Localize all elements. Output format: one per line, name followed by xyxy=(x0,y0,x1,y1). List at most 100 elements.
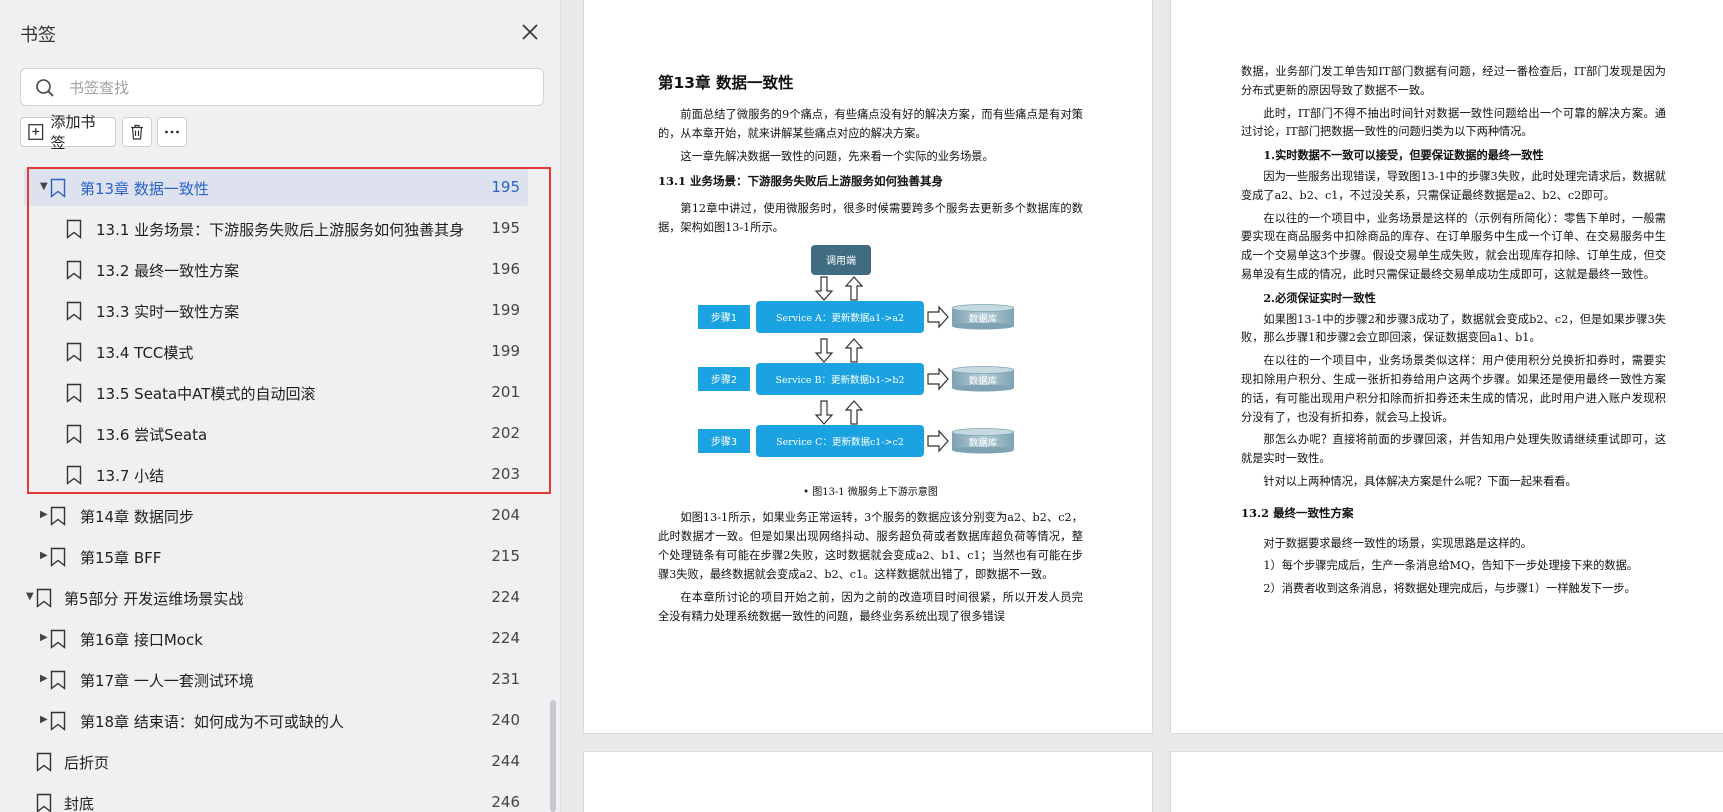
database-top xyxy=(951,366,1015,374)
bookmark-item[interactable]: 13.3 实时一致性方案 199 xyxy=(0,291,548,332)
bookmark-label: 第17章 一人一套测试环境 xyxy=(80,672,254,690)
bookmark-page-number: 246 xyxy=(491,793,520,811)
down-arrow-icon xyxy=(814,400,834,425)
bookmark-page-number: 201 xyxy=(491,383,520,401)
bookmark-icon xyxy=(66,219,82,239)
paragraph: 对于数据要求最终一致性的场景，实现思路是这样的。 xyxy=(1263,536,1532,550)
right-arrow-icon xyxy=(927,429,949,453)
up-arrow-icon xyxy=(844,276,864,301)
collapse-arrow-icon[interactable]: ▼ xyxy=(26,591,34,602)
bookmark-label: 第16章 接口Mock xyxy=(80,631,203,649)
down-arrow-icon xyxy=(814,276,834,301)
bookmark-page-number: 231 xyxy=(491,670,520,688)
right-arrow-icon xyxy=(927,305,949,329)
bookmark-search-box[interactable] xyxy=(20,68,544,106)
bookmark-icon xyxy=(50,547,66,567)
bookmark-item[interactable]: ▼ 第13章 数据一致性 195 xyxy=(0,168,548,209)
bookmark-item[interactable]: 封底 246 xyxy=(0,783,548,812)
add-bookmark-button[interactable]: 添加书签 xyxy=(20,113,116,152)
bookmark-page-number: 195 xyxy=(491,219,520,237)
paragraph: 此时，IT部门不得不抽出时间针对数据一致性问题给出一个可靠的解决方案。通过讨论，… xyxy=(1241,106,1666,139)
section-title: 13.1 业务场景：下游服务失败后上游服务如何独善其身 xyxy=(658,174,944,188)
database-top xyxy=(951,304,1015,312)
bookmark-item[interactable]: 13.7 小结 203 xyxy=(0,455,548,496)
paragraph: 这一章先解决数据一致性的问题，先来看一个实际的业务场景。 xyxy=(680,150,994,163)
expand-arrow-icon[interactable]: ▶ xyxy=(40,673,48,684)
service-label: Service C：更新数据c1->c2 xyxy=(776,436,904,448)
bookmark-icon xyxy=(66,465,82,485)
more-options-button[interactable] xyxy=(157,117,187,147)
document-page-right: 数据，业务部门发工单告知IT部门数据有问题，经过一番检查后，IT部门发现是因为分… xyxy=(1171,0,1723,733)
paragraph: 在以往的一个项目中，业务场景类似这样：用户使用积分兑换折扣券时，需要实现扣除用户… xyxy=(1241,354,1666,424)
service-label: Service A：更新数据a1->a2 xyxy=(776,312,904,324)
bookmark-page-number: 199 xyxy=(491,342,520,360)
bookmark-item[interactable]: 13.4 TCC模式 199 xyxy=(0,332,548,373)
paragraph: 第12章中讲过，使用微服务时，很多时候需要跨多个服务去更新多个数据库的数据，架构… xyxy=(658,202,1083,234)
architecture-diagram: 调用端 步骤1 Service A：更新数据a1->a2 数据库 步骤2 Service… xyxy=(658,243,1083,481)
paragraph: 1）每个步骤完成后，生产一条消息给MQ，告知下一步处理接下来的数据。 xyxy=(1263,559,1638,573)
bookmark-label: 13.5 Seata中AT模式的自动回滚 xyxy=(96,385,316,403)
bookmark-item[interactable]: ▶ 第16章 接口Mock 224 xyxy=(0,619,548,660)
bookmark-icon xyxy=(50,711,66,731)
step-label: 步骤1 xyxy=(711,312,737,324)
bookmark-item[interactable]: ▼ 第5部分 开发运维场景实战 224 xyxy=(0,578,548,619)
bookmark-item[interactable]: 13.1 业务场景：下游服务失败后上游服务如何独善其身 195 xyxy=(0,209,548,250)
paragraph: 如果图13-1中的步骤2和步骤3成功了，数据就会变成b2、c2，但是如果步骤3失… xyxy=(1241,312,1666,345)
paragraph: 数据，业务部门发工单告知IT部门数据有问题，经过一番检查后，IT部门发现是因为分… xyxy=(1241,65,1666,97)
bookmark-page-number: 199 xyxy=(491,301,520,319)
add-bookmark-label: 添加书签 xyxy=(50,113,96,152)
bookmark-label: 封底 xyxy=(64,795,95,812)
expand-arrow-icon[interactable]: ▶ xyxy=(40,714,48,725)
bookmark-icon xyxy=(66,342,82,362)
database-label: 数据库 xyxy=(969,313,998,325)
bookmark-label: 13.1 业务场景：下游服务失败后上游服务如何独善其身 xyxy=(96,221,465,239)
bookmark-item[interactable]: ▶ 第17章 一人一套测试环境 231 xyxy=(0,660,548,701)
bookmark-item[interactable]: ▶ 第18章 结束语：如何成为不可或缺的人 240 xyxy=(0,701,548,742)
bookmark-icon xyxy=(66,301,82,321)
collapse-arrow-icon[interactable]: ▼ xyxy=(40,181,48,192)
bookmark-icon xyxy=(50,670,66,690)
bookmark-page-number: 215 xyxy=(491,547,520,565)
bookmark-item[interactable]: ▶ 第15章 BFF 215 xyxy=(0,537,548,578)
bookmark-label: 第13章 数据一致性 xyxy=(80,180,209,198)
scrollbar-track[interactable] xyxy=(548,0,558,812)
bookmark-label: 第14章 数据同步 xyxy=(80,508,194,526)
subheading: 2.必须保证实时一致性 xyxy=(1263,290,1376,305)
bookmark-item[interactable]: 后折页 244 xyxy=(0,742,548,783)
expand-arrow-icon[interactable]: ▶ xyxy=(40,632,48,643)
down-arrow-icon xyxy=(814,338,834,363)
bookmark-icon xyxy=(36,588,52,608)
right-arrow-icon xyxy=(927,367,949,391)
subheading: 1.实时数据不一致可以接受，但要保证数据的最终一致性 xyxy=(1263,148,1544,163)
database-label: 数据库 xyxy=(969,375,998,387)
paragraph: 因为一些服务出现错误，导致图13-1中的步骤3失败，此时处理完请求后，数据就变成… xyxy=(1241,169,1666,202)
bookmark-icon xyxy=(36,793,52,812)
up-arrow-icon xyxy=(844,338,864,363)
bookmark-label: 13.2 最终一致性方案 xyxy=(96,262,240,280)
expand-arrow-icon[interactable]: ▶ xyxy=(40,509,48,520)
delete-bookmark-button[interactable] xyxy=(122,117,152,147)
bookmark-page-number: 196 xyxy=(491,260,520,278)
bookmark-icon xyxy=(66,260,82,280)
bookmark-label: 13.6 尝试Seata xyxy=(96,426,208,444)
bookmark-icon xyxy=(36,752,52,772)
bookmark-label: 13.3 实时一致性方案 xyxy=(96,303,240,321)
scrollbar-thumb[interactable] xyxy=(550,700,556,812)
bookmark-item[interactable]: 13.6 尝试Seata 202 xyxy=(0,414,548,455)
bookmark-panel: 书签 添加书签 ▼第13章 数据一致性19513.1 业务场景：下游服务失败后上… xyxy=(0,0,561,812)
bookmark-search-input[interactable] xyxy=(67,75,531,101)
bookmark-label: 13.7 小结 xyxy=(96,467,165,485)
trash-icon xyxy=(131,124,143,140)
bookmark-item[interactable]: ▶ 第14章 数据同步 204 xyxy=(0,496,548,537)
bookmark-page-number: 244 xyxy=(491,752,520,770)
bookmark-item[interactable]: 13.5 Seata中AT模式的自动回滚 201 xyxy=(0,373,548,414)
section-title: 13.2 最终一致性方案 xyxy=(1241,505,1354,520)
bookmark-item[interactable]: 13.2 最终一致性方案 196 xyxy=(0,250,548,291)
database-top xyxy=(951,428,1015,436)
expand-arrow-icon[interactable]: ▶ xyxy=(40,550,48,561)
chapter-title: 第13章 数据一致性 xyxy=(658,74,794,92)
document-page-next-right xyxy=(1171,752,1723,812)
bookmark-icon xyxy=(66,383,82,403)
close-icon[interactable] xyxy=(518,20,542,44)
bookmark-label: 第18章 结束语：如何成为不可或缺的人 xyxy=(80,713,344,731)
